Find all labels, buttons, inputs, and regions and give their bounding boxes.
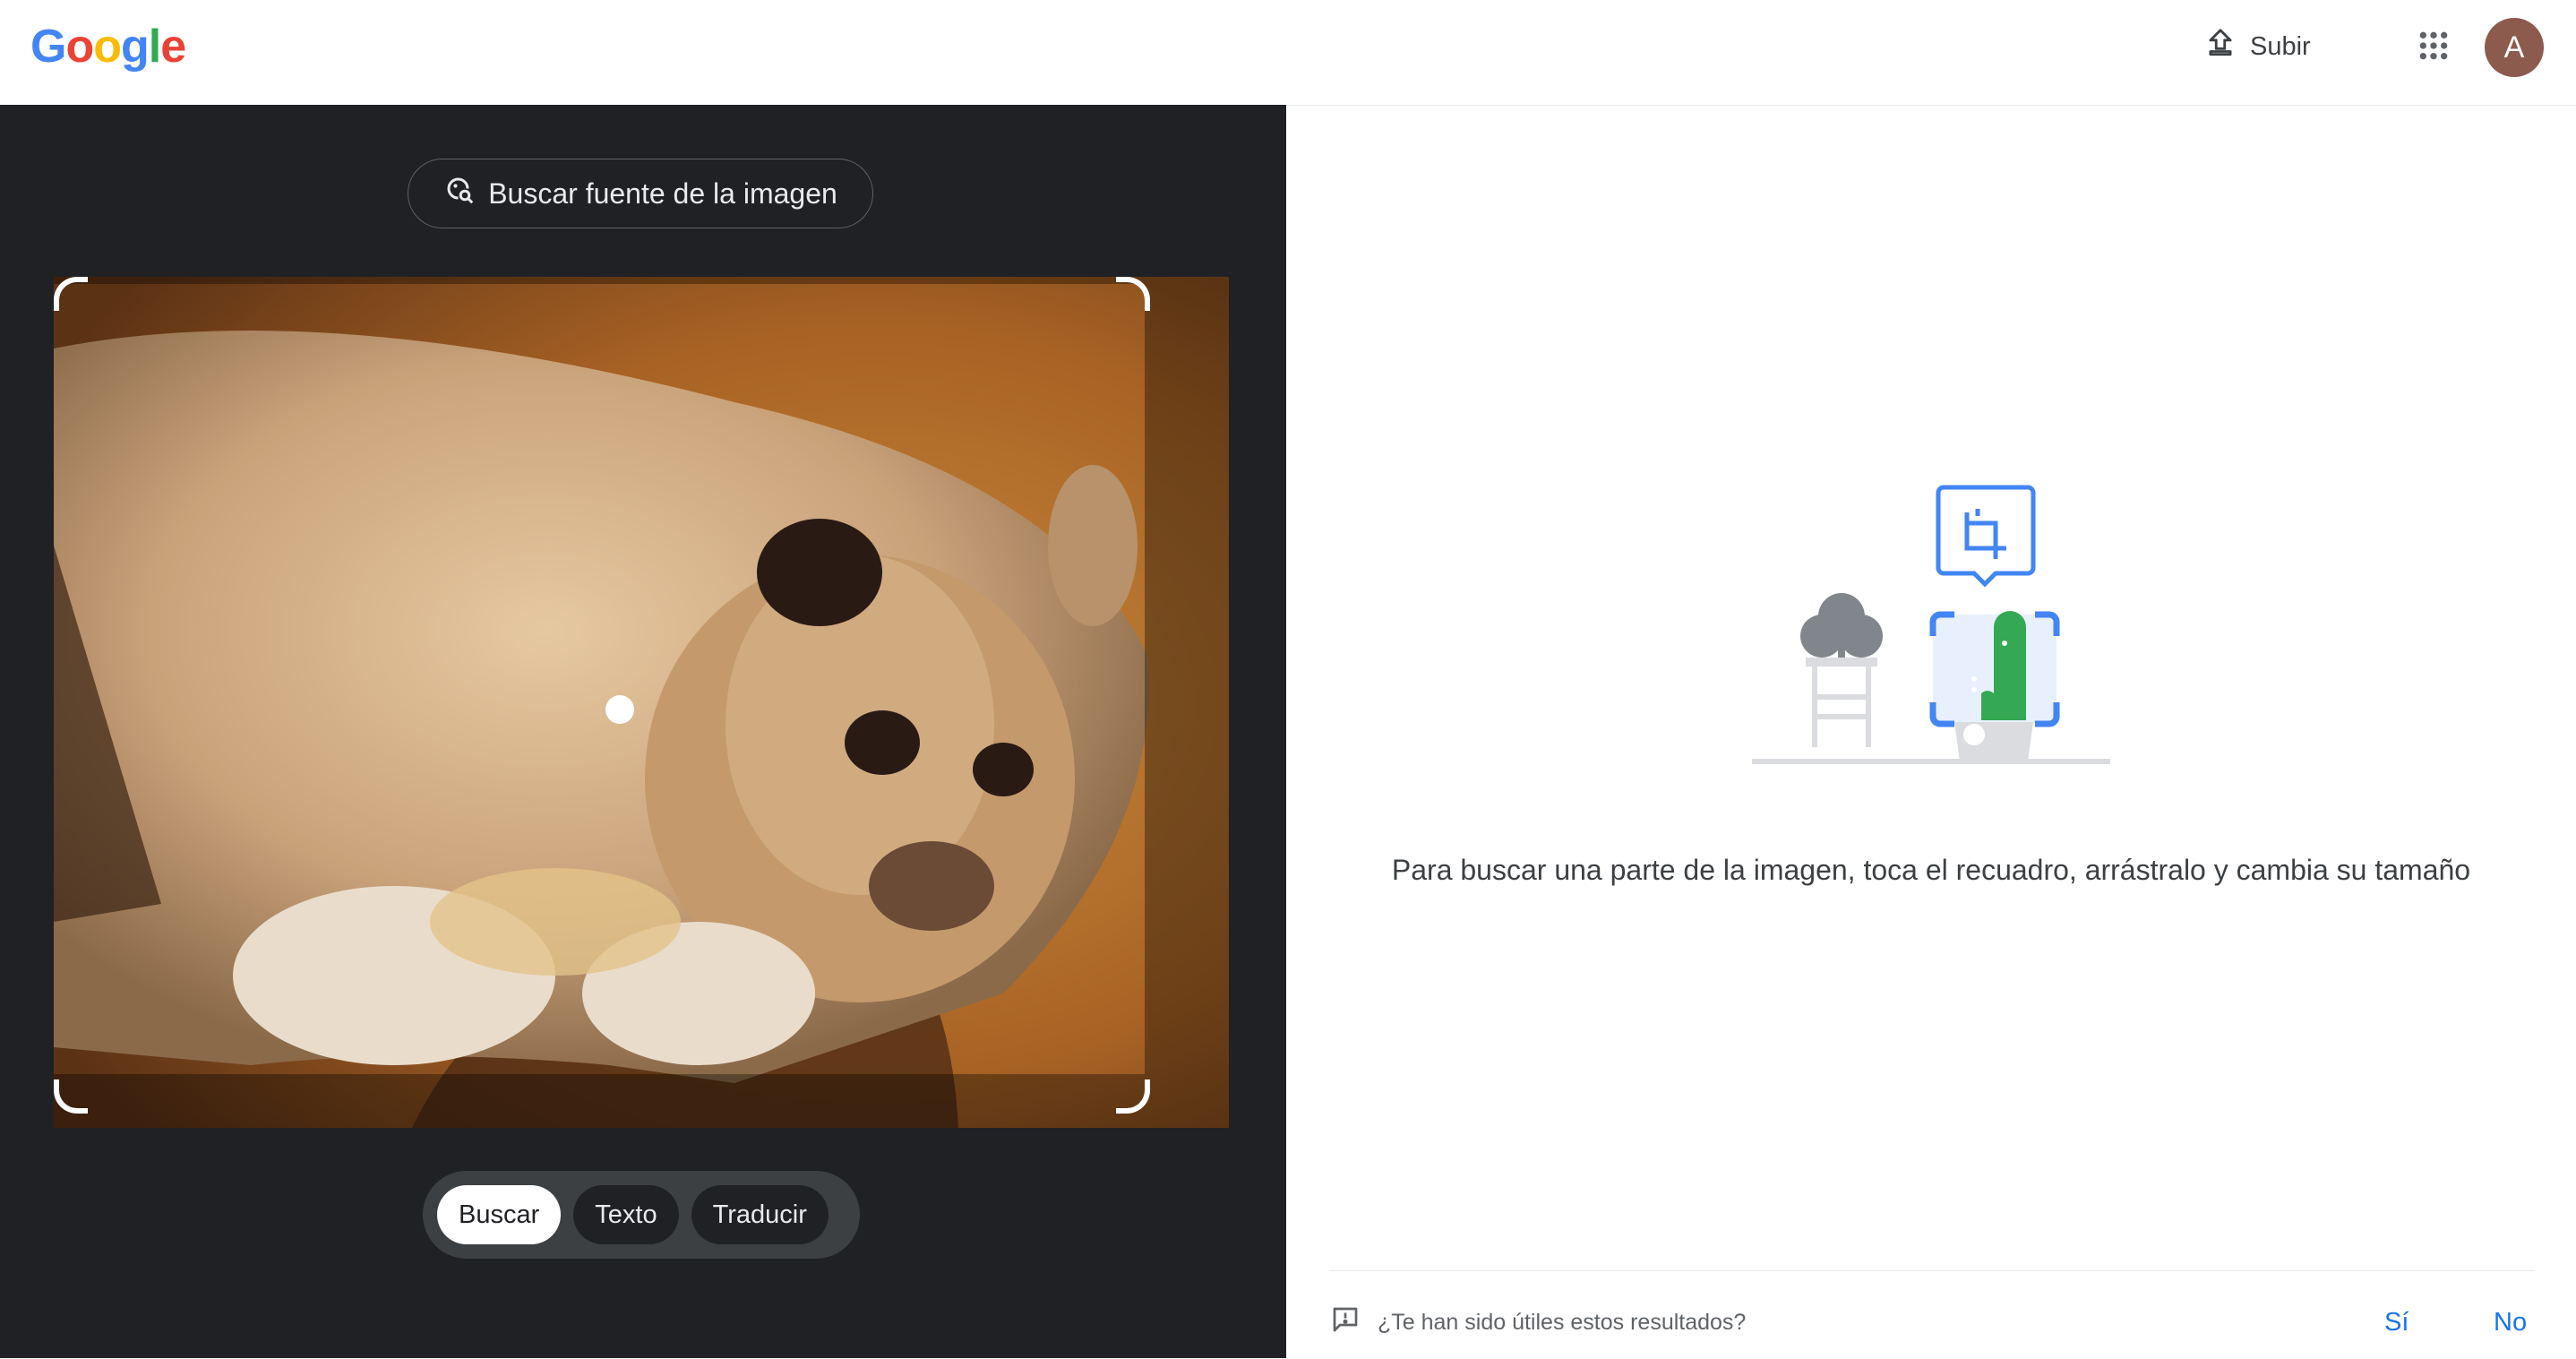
lens-image-panel: Buscar fuente de la imagen Buscar Texto … xyxy=(0,105,1286,1358)
apps-grid-icon xyxy=(2416,28,2451,68)
feedback-no-button[interactable]: No xyxy=(2494,1308,2527,1337)
avatar[interactable]: A xyxy=(2485,18,2544,77)
grey-plant-illustration xyxy=(1800,593,1883,747)
upload-icon xyxy=(2203,26,2237,67)
logo-letter: o xyxy=(93,21,122,73)
crop-shade-top xyxy=(54,277,1145,284)
find-image-source-button[interactable]: Buscar fuente de la imagen xyxy=(408,159,873,228)
mode-translate-button[interactable]: Traducir xyxy=(691,1185,829,1244)
feedback-divider xyxy=(1329,1270,2535,1271)
lion-cub-image[interactable] xyxy=(54,277,1229,1128)
crop-icon xyxy=(1936,485,2036,588)
crop-move-handle[interactable] xyxy=(605,695,634,724)
avatar-letter: A xyxy=(2503,30,2525,65)
google-logo[interactable]: Google xyxy=(30,20,186,73)
feedback-icon xyxy=(1329,1303,1361,1342)
image-search-icon xyxy=(443,174,476,213)
find-image-source-label: Buscar fuente de la imagen xyxy=(488,176,837,210)
results-panel: Para buscar una parte de la imagen, toca… xyxy=(1286,105,2576,1359)
crop-shade-bottom xyxy=(54,1074,1145,1128)
logo-letter: e xyxy=(160,21,186,73)
logo-letter: g xyxy=(120,21,150,73)
lion-cub-photo xyxy=(54,277,1229,1128)
mode-text-button[interactable]: Texto xyxy=(573,1185,679,1244)
logo-letter: o xyxy=(65,21,94,73)
upload-label: Subir xyxy=(2250,31,2311,61)
top-bar: Google Subir A xyxy=(0,0,2576,105)
logo-letter: G xyxy=(30,21,66,73)
feedback-question: ¿Te han sido útiles estos resultados? xyxy=(1378,1309,1747,1335)
crop-shade-right xyxy=(1145,277,1229,1128)
logo-letter: l xyxy=(148,21,161,73)
lens-mode-switcher: Buscar Texto Traducir xyxy=(423,1171,860,1259)
apps-button[interactable] xyxy=(2408,22,2460,73)
upload-button[interactable]: Subir xyxy=(2193,18,2322,75)
crop-hint-text: Para buscar una parte de la imagen, toca… xyxy=(1391,854,2471,886)
feedback-yes-button[interactable]: Sí xyxy=(2384,1308,2409,1337)
crop-illustration xyxy=(1752,485,2110,764)
mode-search-button[interactable]: Buscar xyxy=(437,1185,562,1244)
cactus-illustration xyxy=(1929,611,2060,761)
feedback-bar: ¿Te han sido útiles estos resultados? Sí… xyxy=(1329,1300,2535,1345)
